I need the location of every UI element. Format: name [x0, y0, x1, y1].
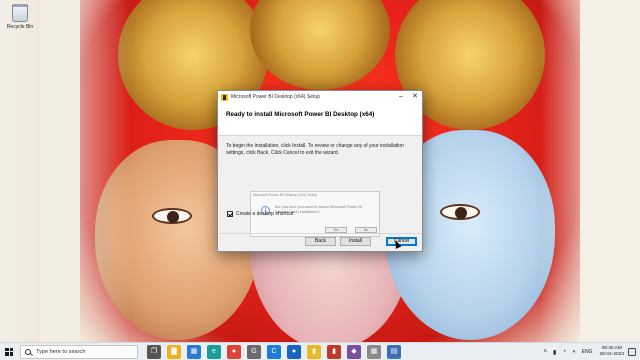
close-button[interactable]: ✕ — [408, 91, 422, 103]
edge-icon[interactable]: e — [207, 344, 221, 359]
desktop-shortcut-label: Create a desktop shortcut — [236, 211, 294, 217]
wallpaper-fade — [40, 0, 130, 342]
confirm-dialog-title: Microsoft Power BI Desktop (x64) Setup — [253, 193, 317, 197]
search-icon — [25, 348, 31, 355]
chevron-up-icon[interactable]: ˄ — [544, 349, 548, 355]
clock-date: 28-04-2023 — [599, 352, 624, 357]
wallpaper-fade — [540, 0, 640, 342]
app-red-icon[interactable]: ▮ — [327, 344, 341, 359]
taskbar: Type here to search ❐ ▇ ▦ e ● G C ● ▮ ▮ ◆ ▦ ▤ ˄ ▮ ◔ … — [0, 342, 640, 360]
windows-icon — [5, 347, 13, 356]
taskbar-apps: ❐ ▇ ▦ e ● G C ● ▮ ▮ ◆ ▦ ▤ — [144, 344, 404, 359]
search-placeholder: Type here to search — [36, 348, 86, 355]
app-purple-icon[interactable]: ◆ — [347, 344, 361, 359]
network-icon[interactable]: ◔ — [562, 349, 566, 355]
volume-icon[interactable]: ◖ — [572, 349, 576, 355]
page-heading: Ready to install Microsoft Power BI Desk… — [226, 111, 375, 118]
minimize-button[interactable]: – — [394, 91, 408, 103]
app-g-icon[interactable]: G — [247, 344, 261, 359]
clock[interactable]: 08:30 AM 28-04-2023 — [599, 346, 624, 358]
file-explorer-icon[interactable]: ▇ — [167, 344, 181, 359]
instructions-text: To begin the installation, click Install… — [226, 143, 404, 156]
battery-icon[interactable]: ▮ — [553, 349, 556, 356]
title-bar[interactable]: Microsoft Power BI Desktop (x64) Setup –… — [218, 91, 422, 103]
powerbi-setup-icon[interactable]: ▤ — [387, 344, 401, 359]
task-view-icon[interactable]: ❐ — [147, 344, 161, 359]
store-icon[interactable]: ▦ — [187, 344, 201, 359]
language-indicator[interactable]: ENG — [582, 349, 593, 355]
app-grey-icon[interactable]: ▦ — [367, 344, 381, 359]
app-c-icon[interactable]: C — [267, 344, 281, 359]
header-band: Ready to install Microsoft Power BI Desk… — [218, 103, 422, 136]
setup-window: Microsoft Power BI Desktop (x64) Setup –… — [217, 90, 423, 252]
cancel-button[interactable]: Cancel — [386, 237, 417, 246]
back-button[interactable]: Back — [305, 237, 336, 246]
desktop-shortcut-checkbox[interactable] — [227, 211, 233, 217]
notification-icon[interactable] — [628, 348, 636, 356]
wallpaper-eye — [152, 208, 192, 224]
recycle-bin-shortcut[interactable]: Recycle Bin — [4, 4, 36, 30]
chrome-icon[interactable]: ● — [227, 344, 241, 359]
body-area: To begin the installation, click Install… — [218, 136, 422, 241]
recycle-bin-icon — [12, 4, 28, 22]
app-yellow-icon[interactable]: ▮ — [307, 344, 321, 359]
start-button[interactable] — [0, 343, 18, 360]
desktop-shortcut-option[interactable]: Create a desktop shortcut — [227, 211, 293, 217]
window-title: Microsoft Power BI Desktop (x64) Setup — [231, 94, 320, 100]
taskbar-search[interactable]: Type here to search — [20, 344, 138, 359]
wallpaper-eye — [440, 204, 480, 220]
system-tray: ˄ ▮ ◔ ◖ ENG 08:30 AM 28-04-2023 — [541, 343, 636, 360]
recycle-bin-label: Recycle Bin — [6, 24, 34, 30]
footer-divider — [218, 233, 422, 234]
powerbi-icon — [221, 93, 228, 101]
install-button[interactable]: Install — [340, 237, 371, 246]
app-blue-icon[interactable]: ● — [287, 344, 301, 359]
